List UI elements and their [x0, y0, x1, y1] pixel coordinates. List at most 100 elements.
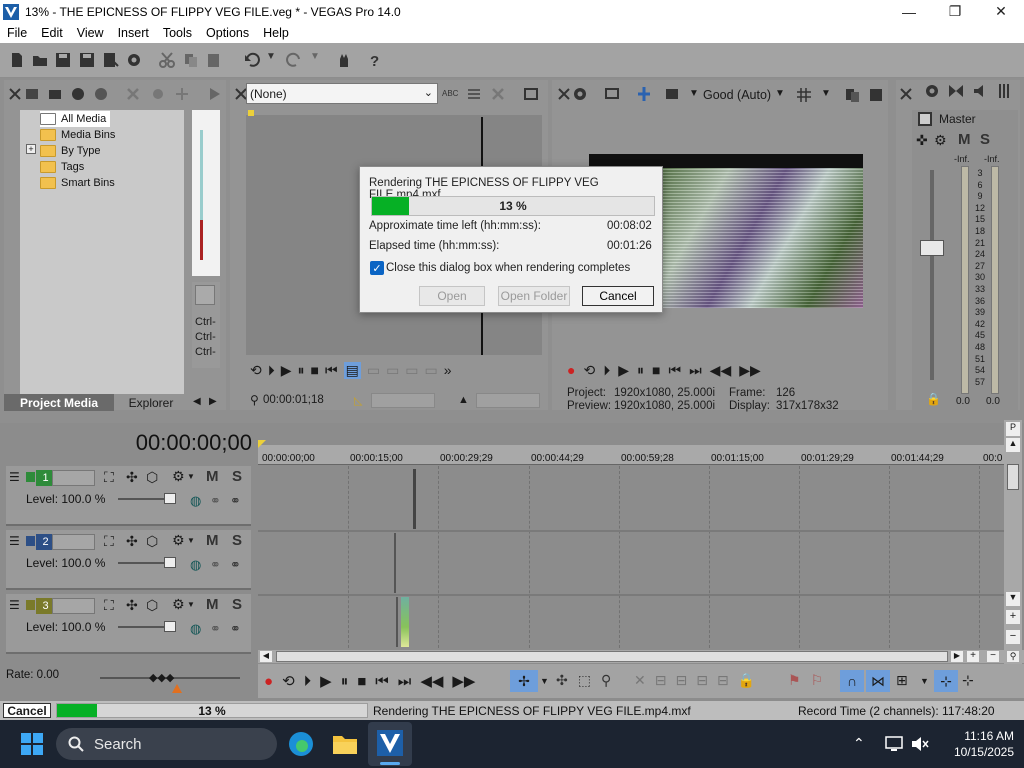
track-mute-button[interactable]: M: [206, 532, 219, 549]
overlays-dropdown-icon[interactable]: ▼: [689, 88, 699, 99]
split-screen-icon[interactable]: [636, 86, 652, 102]
scroll-right-icon[interactable]: ▶: [951, 651, 963, 662]
open-folder-icon[interactable]: [31, 51, 49, 69]
record-icon[interactable]: ●: [567, 362, 575, 378]
next-frame-icon[interactable]: ▶▶: [739, 362, 761, 379]
track-compositing-mode-icon[interactable]: ◍: [190, 621, 201, 637]
menu-file[interactable]: File: [0, 26, 34, 40]
level-slider-handle[interactable]: [164, 493, 176, 504]
redo-icon[interactable]: [285, 51, 303, 69]
status-cancel-button[interactable]: Cancel: [3, 703, 51, 718]
tree-item-by-type[interactable]: By Type: [40, 143, 101, 159]
trim-view-icon[interactable]: [523, 86, 539, 102]
play-from-start-icon[interactable]: ⏵: [304, 673, 312, 690]
track-settings-gear-icon[interactable]: ⚙: [172, 596, 185, 613]
master-solo-button[interactable]: S: [980, 131, 990, 148]
clip-track-3a[interactable]: [396, 597, 398, 647]
envelope-tool-icon[interactable]: ✣: [556, 672, 568, 689]
track-motion-icon[interactable]: ⛶: [104, 597, 114, 614]
track-fx-icon[interactable]: ⬡: [146, 533, 158, 550]
menu-view[interactable]: View: [70, 26, 111, 40]
track-mute-button[interactable]: M: [206, 596, 219, 613]
insert-marker-icon[interactable]: ⚑: [788, 672, 801, 689]
speaker-icon[interactable]: [972, 83, 988, 99]
stop-icon[interactable]: ■: [311, 362, 319, 378]
track-solo-button[interactable]: S: [232, 532, 242, 549]
external-monitor-icon[interactable]: [604, 86, 620, 102]
track-parent-icon[interactable]: ⚭: [210, 557, 221, 573]
loop-playback-icon[interactable]: ⟲: [583, 362, 595, 379]
selection-tool-icon[interactable]: ⬚: [578, 672, 591, 689]
maximize-button[interactable]: ❐: [932, 0, 978, 23]
zoom-tool-icon[interactable]: ⚲: [1007, 651, 1019, 662]
menu-edit[interactable]: Edit: [34, 26, 70, 40]
zoom-out-time-icon[interactable]: −: [987, 651, 999, 662]
next-icon[interactable]: »: [444, 362, 452, 378]
track-compositing-mode-icon[interactable]: ◍: [190, 557, 201, 573]
vegas-taskbar-button[interactable]: [368, 722, 412, 766]
track-parent-icon[interactable]: ⚭: [210, 621, 221, 637]
stop-icon[interactable]: ■: [357, 673, 366, 690]
close-master-icon[interactable]: [898, 86, 914, 102]
snapping-magnet-icon[interactable]: ∩: [840, 670, 864, 692]
track-solo-button[interactable]: S: [232, 596, 242, 613]
timeline-tracks-area[interactable]: [258, 466, 1004, 648]
quality-dropdown-icon[interactable]: ▼: [775, 88, 785, 99]
trim-clear-icon[interactable]: [490, 86, 506, 102]
split-icon[interactable]: ⊟: [717, 672, 729, 689]
clip-track-1[interactable]: [413, 469, 416, 529]
redo-dropdown-icon[interactable]: ▼: [310, 51, 320, 62]
overwrite-icon[interactable]: ▭: [405, 362, 418, 379]
zoom-in-time-icon[interactable]: +: [967, 651, 979, 662]
expert-hand-icon[interactable]: [335, 51, 353, 69]
master-fx-icon[interactable]: ✜: [916, 132, 928, 149]
track-header-2[interactable]: ☰ 2 ⛶ ✣ ⬡ ⚙ ▼ M S Level: 100.0 % ◍ ⚭ ⚭: [6, 530, 251, 590]
preview-quality-select[interactable]: Good (Auto): [703, 88, 771, 102]
record-icon[interactable]: ●: [264, 673, 273, 690]
lock-clip-icon[interactable]: 🔒: [738, 672, 755, 689]
marker-flag-icon[interactable]: P: [1006, 422, 1020, 436]
tree-item-media-bins[interactable]: Media Bins: [40, 127, 115, 143]
master-properties-icon[interactable]: [924, 83, 940, 99]
timeline-vertical-scrollbar[interactable]: P ▲ ▼ + −: [1004, 420, 1022, 664]
lock-envelopes-icon[interactable]: ⊹: [934, 670, 958, 692]
ripple-edit-icon[interactable]: ⊞: [896, 672, 908, 689]
track-fx-icon[interactable]: ⬡: [146, 469, 158, 486]
mixer-faders-icon[interactable]: [996, 83, 1012, 99]
capture-video-icon[interactable]: [47, 86, 63, 102]
zoom-out-track-icon[interactable]: −: [1006, 630, 1020, 644]
previous-frame-icon[interactable]: ◀◀: [710, 362, 732, 379]
horizontal-scroll-thumb[interactable]: [276, 651, 948, 662]
tree-item-smart-bins[interactable]: Smart Bins: [40, 175, 115, 191]
delete-icon[interactable]: ✕: [634, 672, 646, 689]
grid-icon[interactable]: [796, 87, 812, 103]
save-snapshot-icon[interactable]: [868, 87, 884, 103]
track-compositing-icon[interactable]: ✣: [126, 469, 138, 486]
get-media-web-icon[interactable]: [70, 86, 86, 102]
globe-icon[interactable]: [93, 86, 109, 102]
track-compositing-icon[interactable]: ✣: [126, 597, 138, 614]
track-settings-gear-icon[interactable]: ⚙: [172, 532, 185, 549]
taskbar-clock[interactable]: 11:16 AM 10/15/2025: [928, 728, 1014, 760]
track-solo-button[interactable]: S: [232, 468, 242, 485]
track-collapse-icon[interactable]: ☰: [9, 534, 20, 548]
track-child-icon[interactable]: ⚭: [230, 621, 241, 637]
trim-icon[interactable]: ⊟: [655, 672, 667, 689]
media-fx-icon[interactable]: [174, 86, 190, 102]
track-motion-icon[interactable]: ⛶: [104, 533, 114, 550]
trim-settings-icon[interactable]: [466, 86, 482, 102]
trim-selection-icon[interactable]: ▤: [343, 361, 361, 379]
go-to-start-icon[interactable]: ⏮: [668, 362, 681, 379]
menu-help[interactable]: Help: [256, 26, 296, 40]
trimmer-media-select[interactable]: (None) ⌄: [246, 83, 438, 104]
lock-icon[interactable]: 🔒: [926, 392, 941, 406]
track-parent-icon[interactable]: ⚭: [210, 493, 221, 509]
trim-in-field[interactable]: [371, 393, 435, 408]
whats-this-help-icon[interactable]: ?: [367, 51, 385, 69]
undo-icon[interactable]: [243, 51, 261, 69]
close-button[interactable]: ✕: [978, 0, 1024, 23]
pause-icon[interactable]: ⏸: [341, 673, 349, 690]
properties-gear-icon[interactable]: [125, 51, 143, 69]
trim-end-icon[interactable]: ⊟: [696, 672, 708, 689]
remove-icon[interactable]: [125, 86, 141, 102]
